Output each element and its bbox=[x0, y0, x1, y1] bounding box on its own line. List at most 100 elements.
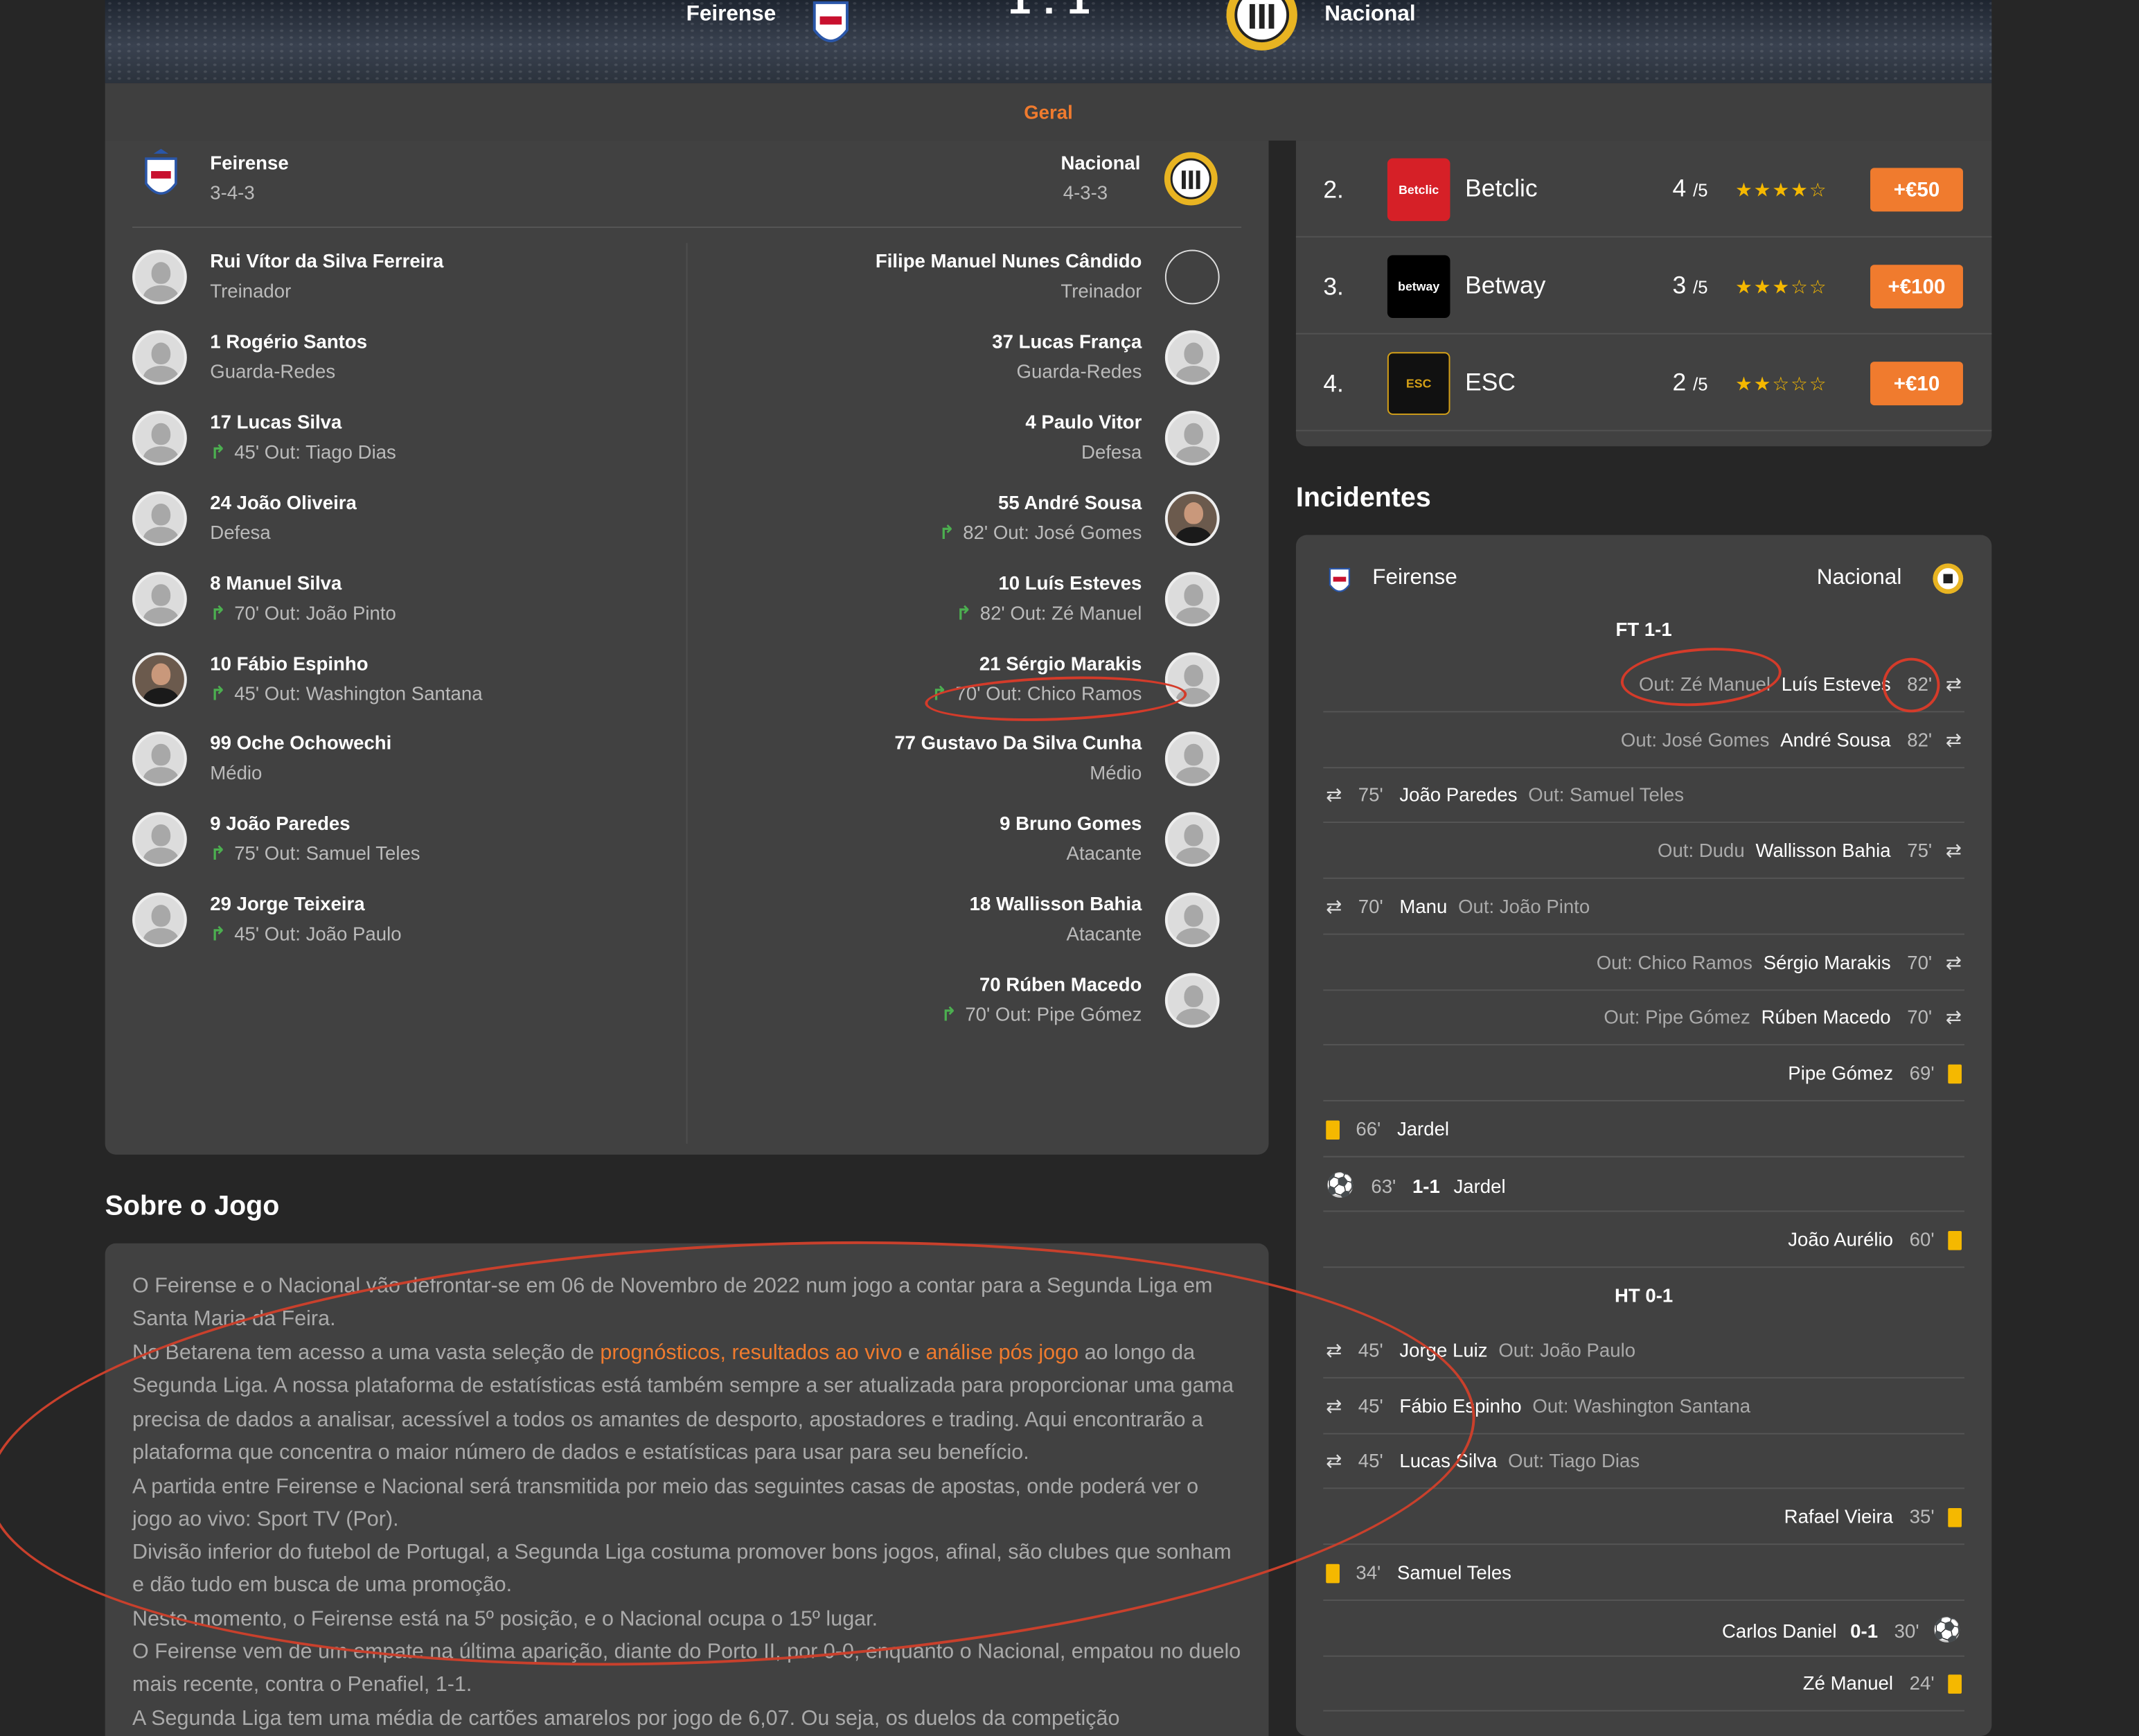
player-row[interactable]: 8 Manuel Silva ↱ 70' Out: João Pinto bbox=[132, 571, 678, 635]
incident-player[interactable]: Wallisson Bahia bbox=[1755, 840, 1890, 862]
player-name: Rui Vítor da Silva Ferreira bbox=[210, 249, 444, 272]
player-row[interactable]: 37 Lucas França Guarda-Redes bbox=[674, 330, 1220, 393]
player-photo bbox=[1164, 490, 1220, 546]
avatar-head bbox=[1184, 583, 1204, 605]
substitution-icon: ⇄ bbox=[1945, 728, 1962, 750]
player-row[interactable]: 99 Oche Ochowechi Médio bbox=[132, 732, 678, 795]
incidents-title: Incidentes bbox=[1295, 483, 1431, 513]
avatar-body bbox=[1175, 848, 1211, 865]
bookmaker-name[interactable]: Betway bbox=[1465, 272, 1545, 300]
avatar-head bbox=[1184, 824, 1204, 847]
player-row[interactable]: Rui Vítor da Silva Ferreira Treinador bbox=[132, 249, 678, 313]
incident-player[interactable]: Sérgio Marakis bbox=[1764, 950, 1891, 973]
incident-player[interactable]: João Aurélio bbox=[1788, 1228, 1893, 1250]
incident-player[interactable]: Pipe Gómez bbox=[1788, 1062, 1893, 1084]
player-row[interactable]: 18 Wallisson Bahia Atacante bbox=[674, 892, 1220, 956]
bookmaker-rating: 3 /5 bbox=[1672, 272, 1707, 300]
player-name: 4 Paulo Vitor bbox=[1025, 410, 1142, 433]
incident-player[interactable]: Zé Manuel bbox=[1803, 1672, 1893, 1694]
incident-player[interactable]: Jardel bbox=[1453, 1176, 1505, 1198]
incident-player-out: Out: Samuel Teles bbox=[1528, 783, 1685, 806]
bookmaker-logo: ESC bbox=[1387, 352, 1450, 415]
bonus-button[interactable]: +€10 bbox=[1870, 362, 1963, 406]
bookmaker-row[interactable]: 4. ESC ESC 2 /5 ★★☆☆☆ +€10 bbox=[1295, 335, 1992, 432]
incident-row: Out: Pipe Gómez Rúben Macedo 70' ⇄ bbox=[1323, 990, 1964, 1046]
avatar-head bbox=[1184, 664, 1204, 686]
incident-player[interactable]: André Sousa bbox=[1780, 728, 1890, 750]
avatar-body bbox=[1175, 365, 1211, 382]
incident-score: 0-1 bbox=[1850, 1619, 1879, 1642]
incident-row: Pipe Gómez 69' bbox=[1323, 1045, 1964, 1101]
bookmaker-rank: 2. bbox=[1323, 176, 1344, 204]
incident-minute: 63' bbox=[1371, 1175, 1396, 1198]
player-detail: Médio bbox=[1090, 762, 1142, 784]
player-detail: Treinador bbox=[210, 280, 291, 302]
incident-content: Carlos Daniel 0-1 30' ⚽ bbox=[1722, 1617, 1962, 1644]
avatar-head bbox=[151, 905, 171, 928]
player-detail: ↱ 75' Out: Samuel Teles bbox=[210, 842, 420, 865]
avatar-body bbox=[1175, 606, 1211, 623]
substitution-arrow-icon: ↱ bbox=[941, 1003, 957, 1025]
player-row[interactable]: 70 Rúben Macedo ↱ 70' Out: Pipe Gómez bbox=[674, 973, 1220, 1036]
player-name: 17 Lucas Silva bbox=[210, 410, 342, 433]
nacional-crest-icon bbox=[1932, 563, 1964, 595]
bonus-button[interactable]: +€50 bbox=[1870, 168, 1963, 212]
player-name: 9 João Paredes bbox=[210, 812, 350, 835]
player-detail-text: Guarda-Redes bbox=[1016, 360, 1142, 382]
player-row[interactable]: 10 Luís Esteves ↱ 82' Out: Zé Manuel bbox=[674, 571, 1220, 635]
player-row[interactable]: 24 João Oliveira Defesa bbox=[132, 490, 678, 554]
incident-player[interactable]: Samuel Teles bbox=[1397, 1561, 1511, 1583]
avatar-body bbox=[1175, 1009, 1211, 1025]
incident-player[interactable]: Luís Esteves bbox=[1782, 673, 1891, 695]
nacional-crest-icon bbox=[1224, 0, 1300, 55]
player-detail: Guarda-Redes bbox=[210, 360, 335, 382]
incident-player-out: Out: João Paulo bbox=[1498, 1338, 1636, 1361]
player-row[interactable]: 29 Jorge Teixeira ↱ 45' Out: João Paulo bbox=[132, 892, 678, 956]
bookmaker-row[interactable]: 2. Betclic Betclic 4 /5 ★★★★☆ +€50 bbox=[1295, 141, 1992, 238]
avatar-head bbox=[151, 423, 171, 445]
player-row[interactable]: 1 Rogério Santos Guarda-Redes bbox=[132, 330, 678, 393]
player-detail: Médio bbox=[210, 762, 262, 784]
incident-player[interactable]: Rúben Macedo bbox=[1761, 1006, 1891, 1028]
avatar-head bbox=[151, 583, 171, 605]
player-row[interactable]: 4 Paulo Vitor Defesa bbox=[674, 410, 1220, 474]
substitution-icon: ⇄ bbox=[1945, 673, 1962, 695]
player-row[interactable]: Filipe Manuel Nunes Cândido Treinador bbox=[674, 249, 1220, 313]
rating-value: 3 bbox=[1672, 272, 1687, 299]
incident-content: ⇄ 75' João Paredes Out: Samuel Teles bbox=[1326, 784, 1684, 807]
incident-player-out: Out: Pipe Gómez bbox=[1604, 1006, 1750, 1028]
incident-content: João Aurélio 60' bbox=[1788, 1228, 1962, 1251]
bookmaker-row[interactable]: 3. betway Betway 3 /5 ★★★☆☆ +€100 bbox=[1295, 238, 1992, 335]
incident-content: Pipe Gómez 69' bbox=[1788, 1062, 1962, 1084]
bookmaker-name[interactable]: ESC bbox=[1465, 369, 1516, 397]
incident-player-out: Out: Washington Santana bbox=[1532, 1394, 1751, 1417]
incident-content: Out: Dudu Wallisson Bahia 75' ⇄ bbox=[1658, 840, 1962, 862]
incidents-panel: Feirense Nacional FT 1-1 Out: Zé Manuel L… bbox=[1295, 535, 1992, 1736]
incident-player[interactable]: Rafael Vieira bbox=[1784, 1505, 1893, 1527]
incident-player[interactable]: Carlos Daniel bbox=[1722, 1620, 1837, 1642]
player-row[interactable]: 10 Fábio Espinho ↱ 45' Out: Washington San… bbox=[132, 651, 678, 715]
avatar-head bbox=[151, 824, 171, 847]
avatar-body bbox=[143, 767, 179, 784]
bonus-button[interactable]: +€100 bbox=[1870, 265, 1963, 309]
substitution-arrow-icon: ↱ bbox=[210, 923, 227, 945]
player-row[interactable]: 9 Bruno Gomes Atacante bbox=[674, 812, 1220, 876]
incident-player[interactable]: Manu bbox=[1399, 895, 1447, 917]
incident-player[interactable]: Jardel bbox=[1397, 1117, 1449, 1140]
avatar-icon bbox=[1164, 892, 1220, 948]
player-row[interactable]: 77 Gustavo Da Silva Cunha Médio bbox=[674, 732, 1220, 795]
incident-player-out: Out: Dudu bbox=[1658, 839, 1745, 862]
incidents-home-team: Feirense bbox=[1372, 566, 1457, 590]
substitution-icon: ⇄ bbox=[1326, 894, 1342, 917]
substitution-arrow-icon: ↱ bbox=[210, 440, 227, 463]
bookmaker-name[interactable]: Betclic bbox=[1465, 175, 1537, 203]
incident-player[interactable]: João Paredes bbox=[1399, 784, 1517, 806]
player-row[interactable]: 17 Lucas Silva ↱ 45' Out: Tiago Dias bbox=[132, 410, 678, 474]
away-formation: 4-3-3 bbox=[1063, 181, 1108, 204]
avatar-icon bbox=[132, 490, 187, 546]
player-row[interactable]: 9 João Paredes ↱ 75' Out: Samuel Teles bbox=[132, 812, 678, 876]
incident-content: Out: Pipe Gómez Rúben Macedo 70' ⇄ bbox=[1604, 1006, 1962, 1029]
tab-geral[interactable]: Geral bbox=[105, 101, 1992, 123]
incident-row: ⇄ 75' João Paredes Out: Samuel Teles bbox=[1323, 768, 1964, 824]
player-row[interactable]: 55 André Sousa ↱ 82' Out: José Gomes bbox=[674, 490, 1220, 554]
